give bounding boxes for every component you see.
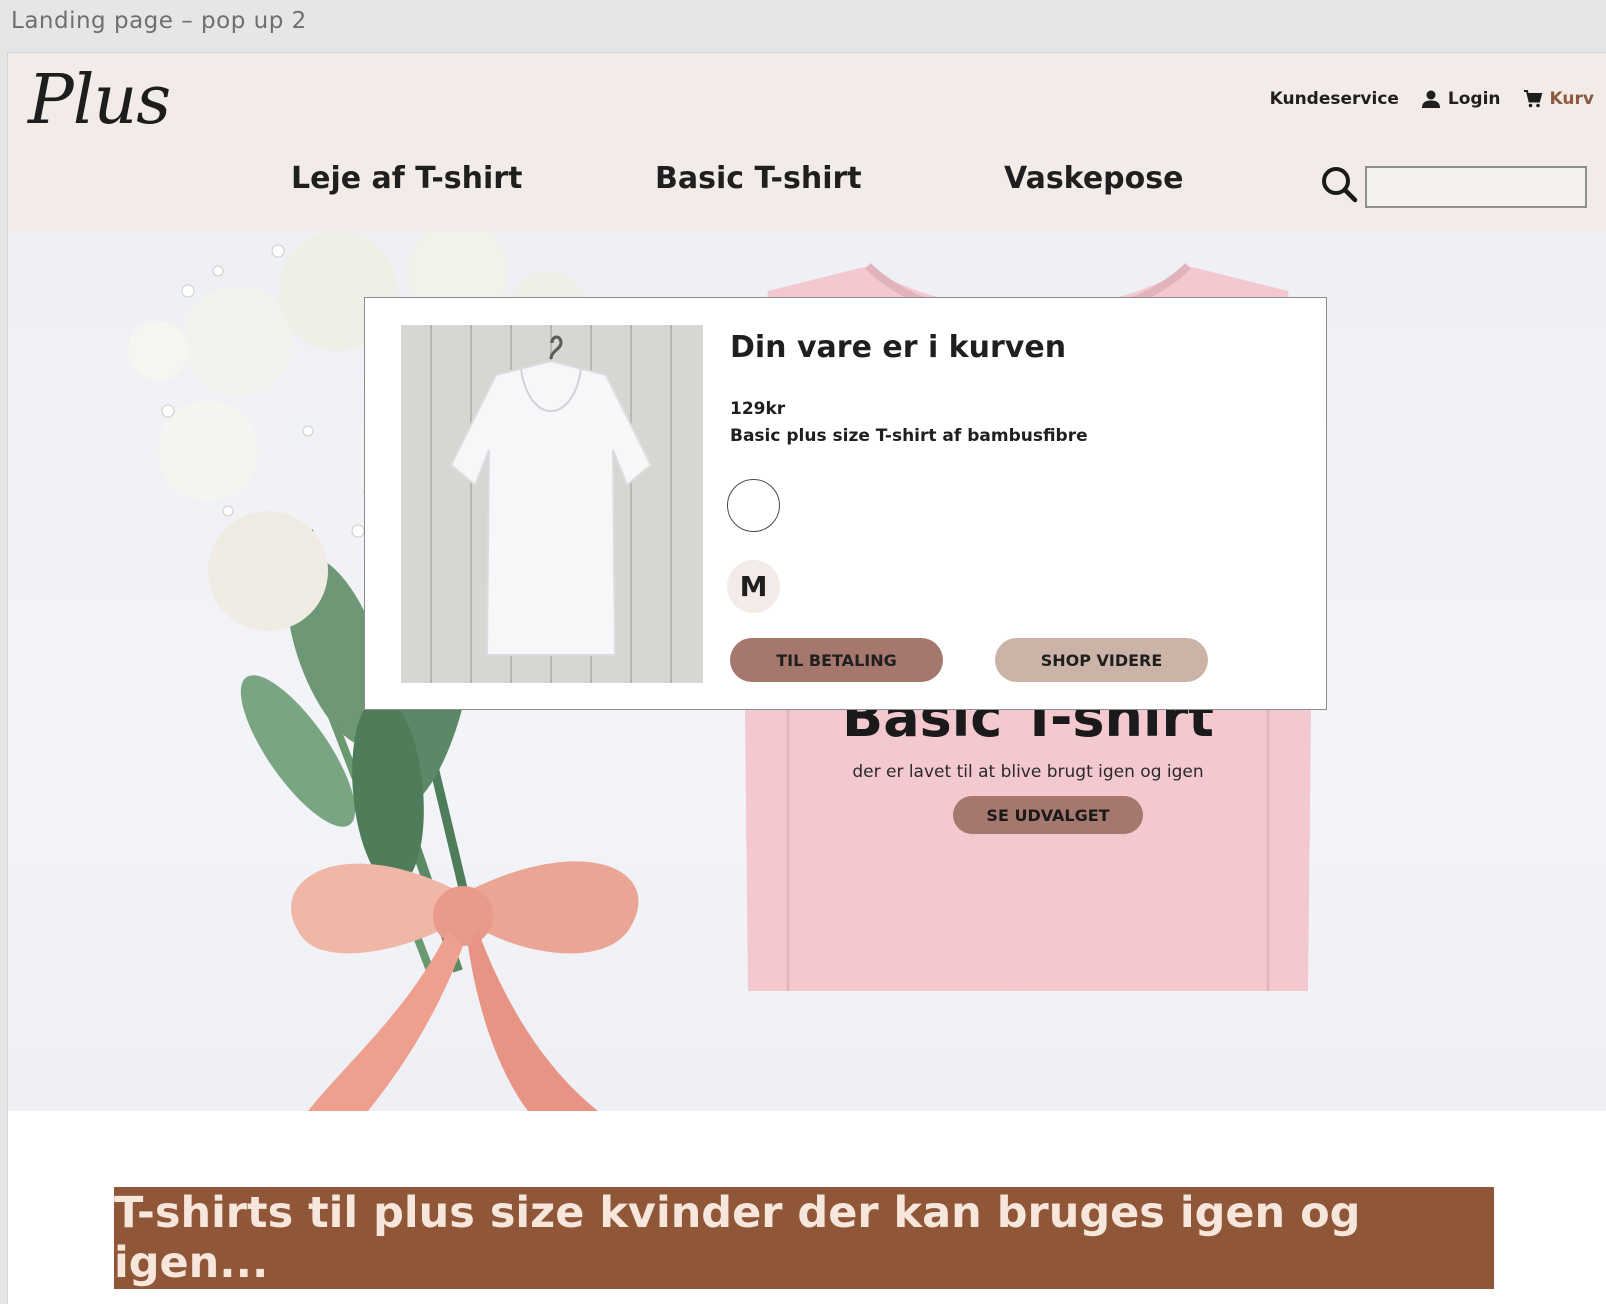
cart-icon	[1523, 90, 1542, 108]
nav-item-basic[interactable]: Basic T-shirt	[655, 161, 862, 196]
search-input[interactable]	[1365, 166, 1587, 208]
color-swatch-white[interactable]	[727, 479, 780, 532]
user-icon	[1421, 90, 1440, 108]
size-chip[interactable]: M	[727, 560, 780, 613]
popup-title: Din vare er i kurven	[730, 330, 1067, 365]
product-description: Basic plus size T-shirt af bambusfibre	[730, 426, 1088, 446]
see-selection-button[interactable]: SE UDVALGET	[953, 796, 1143, 834]
customer-service-label: Kundeservice	[1269, 89, 1399, 109]
site-header: Plus Kundeservice Login Kurv Leje af T-s…	[8, 53, 1606, 231]
nav-item-leje[interactable]: Leje af T-shirt	[291, 161, 522, 196]
login-label: Login	[1447, 89, 1501, 109]
customer-service-link[interactable]: Kundeservice	[1270, 89, 1399, 109]
product-image	[401, 325, 703, 683]
logo[interactable]: Plus	[28, 61, 171, 140]
frame-label: Landing page – pop up 2	[11, 8, 307, 34]
hero-subtitle: der er lavet til at blive brugt igen og …	[852, 762, 1204, 782]
continue-shopping-button[interactable]: SHOP VIDERE	[995, 638, 1208, 682]
product-price: 129kr	[730, 399, 786, 419]
search-icon[interactable]	[1320, 165, 1358, 203]
cart-link[interactable]: Kurv	[1523, 89, 1594, 109]
checkout-button[interactable]: TIL BETALING	[730, 638, 943, 682]
cart-label: Kurv	[1549, 89, 1594, 109]
promo-banner: T-shirts til plus size kvinder der kan b…	[114, 1187, 1494, 1289]
utility-nav: Kundeservice Login Kurv	[1270, 89, 1594, 109]
added-to-cart-popup: Din vare er i kurven 129kr Basic plus si…	[364, 297, 1327, 710]
nav-item-vaskepose[interactable]: Vaskepose	[1004, 161, 1183, 196]
login-link[interactable]: Login	[1421, 89, 1501, 109]
